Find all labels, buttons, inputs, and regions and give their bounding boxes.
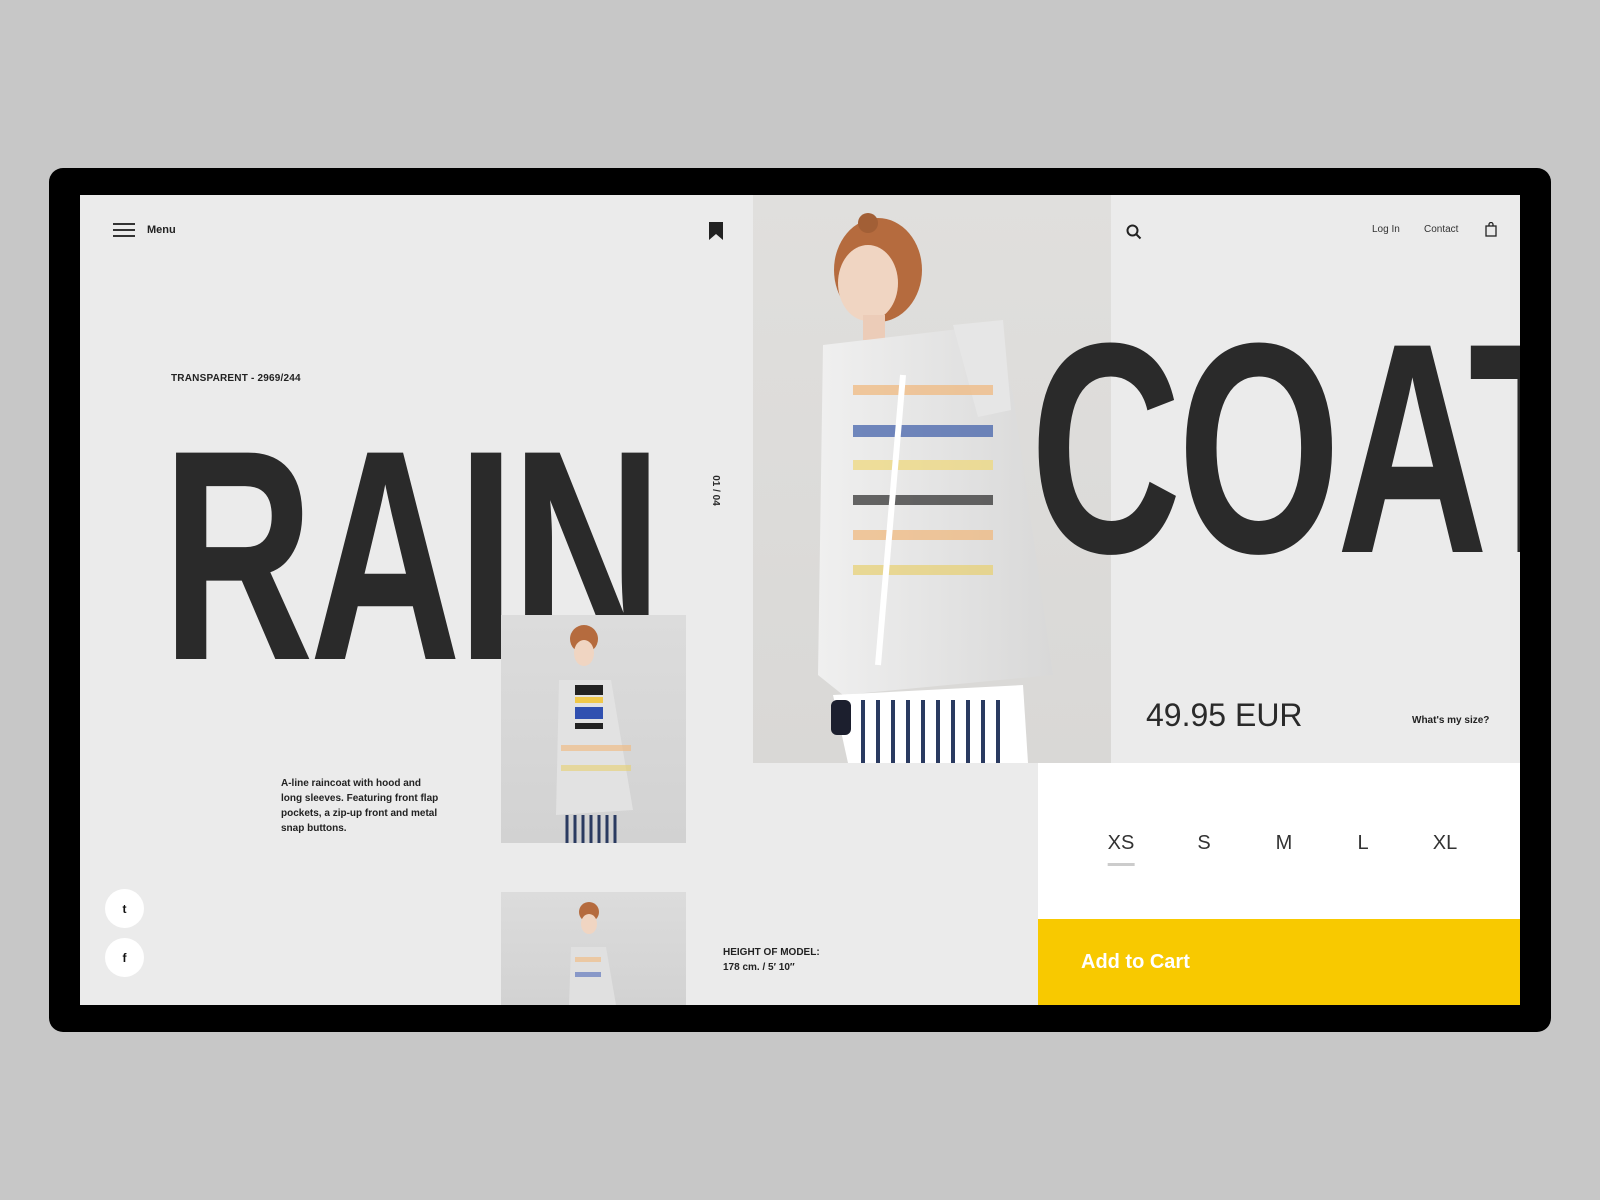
bookmark-icon[interactable] xyxy=(709,222,723,240)
add-to-cart-button[interactable]: Add to Cart xyxy=(1038,919,1520,1005)
size-selector: XS S M L XL xyxy=(1038,763,1520,919)
product-description: A-line raincoat with hood and long sleev… xyxy=(281,778,439,834)
facebook-button[interactable]: f xyxy=(105,938,144,977)
thumbnail-image-1[interactable] xyxy=(501,615,686,843)
size-option-m[interactable]: M xyxy=(1276,832,1293,855)
product-sku: TRANSPARENT - 2969/244 xyxy=(171,373,301,384)
slide-counter-text: 01 / 04 xyxy=(709,475,721,506)
thumbnail-illustration xyxy=(569,902,616,1005)
hamburger-icon xyxy=(113,223,135,237)
size-option-s[interactable]: S xyxy=(1197,832,1210,855)
size-option-xl[interactable]: XL xyxy=(1433,832,1457,855)
twitter-icon: t xyxy=(122,901,127,916)
size-option-xs[interactable]: XS xyxy=(1107,832,1134,866)
slide-counter: 01 / 04 xyxy=(700,465,740,525)
thumbnail-image-2[interactable] xyxy=(501,892,686,1005)
size-guide-link[interactable]: What's my size? xyxy=(1412,715,1489,726)
model-height-value: 178 cm. / 5′ 10″ xyxy=(723,962,795,973)
screen: Menu TRANSPARENT - 2969/244 RAIN 01 / 04 xyxy=(80,195,1520,1005)
menu-button[interactable]: Menu xyxy=(113,223,176,237)
thumbnail-illustration xyxy=(556,625,633,843)
model-height-label: HEIGHT OF MODEL: xyxy=(723,947,820,958)
title-coat: COAT xyxy=(1030,280,1520,616)
size-option-l[interactable]: L xyxy=(1357,832,1368,855)
nav-contact[interactable]: Contact xyxy=(1424,224,1458,235)
search-icon[interactable] xyxy=(1126,224,1142,240)
twitter-button[interactable]: t xyxy=(105,889,144,928)
nav-login[interactable]: Log In xyxy=(1372,224,1400,235)
model-height: HEIGHT OF MODEL: 178 cm. / 5′ 10″ xyxy=(723,945,820,975)
shopping-bag-icon[interactable] xyxy=(1485,222,1497,237)
menu-label: Menu xyxy=(147,224,176,236)
product-price: 49.95 EUR xyxy=(1146,697,1303,733)
facebook-icon: f xyxy=(122,950,127,965)
